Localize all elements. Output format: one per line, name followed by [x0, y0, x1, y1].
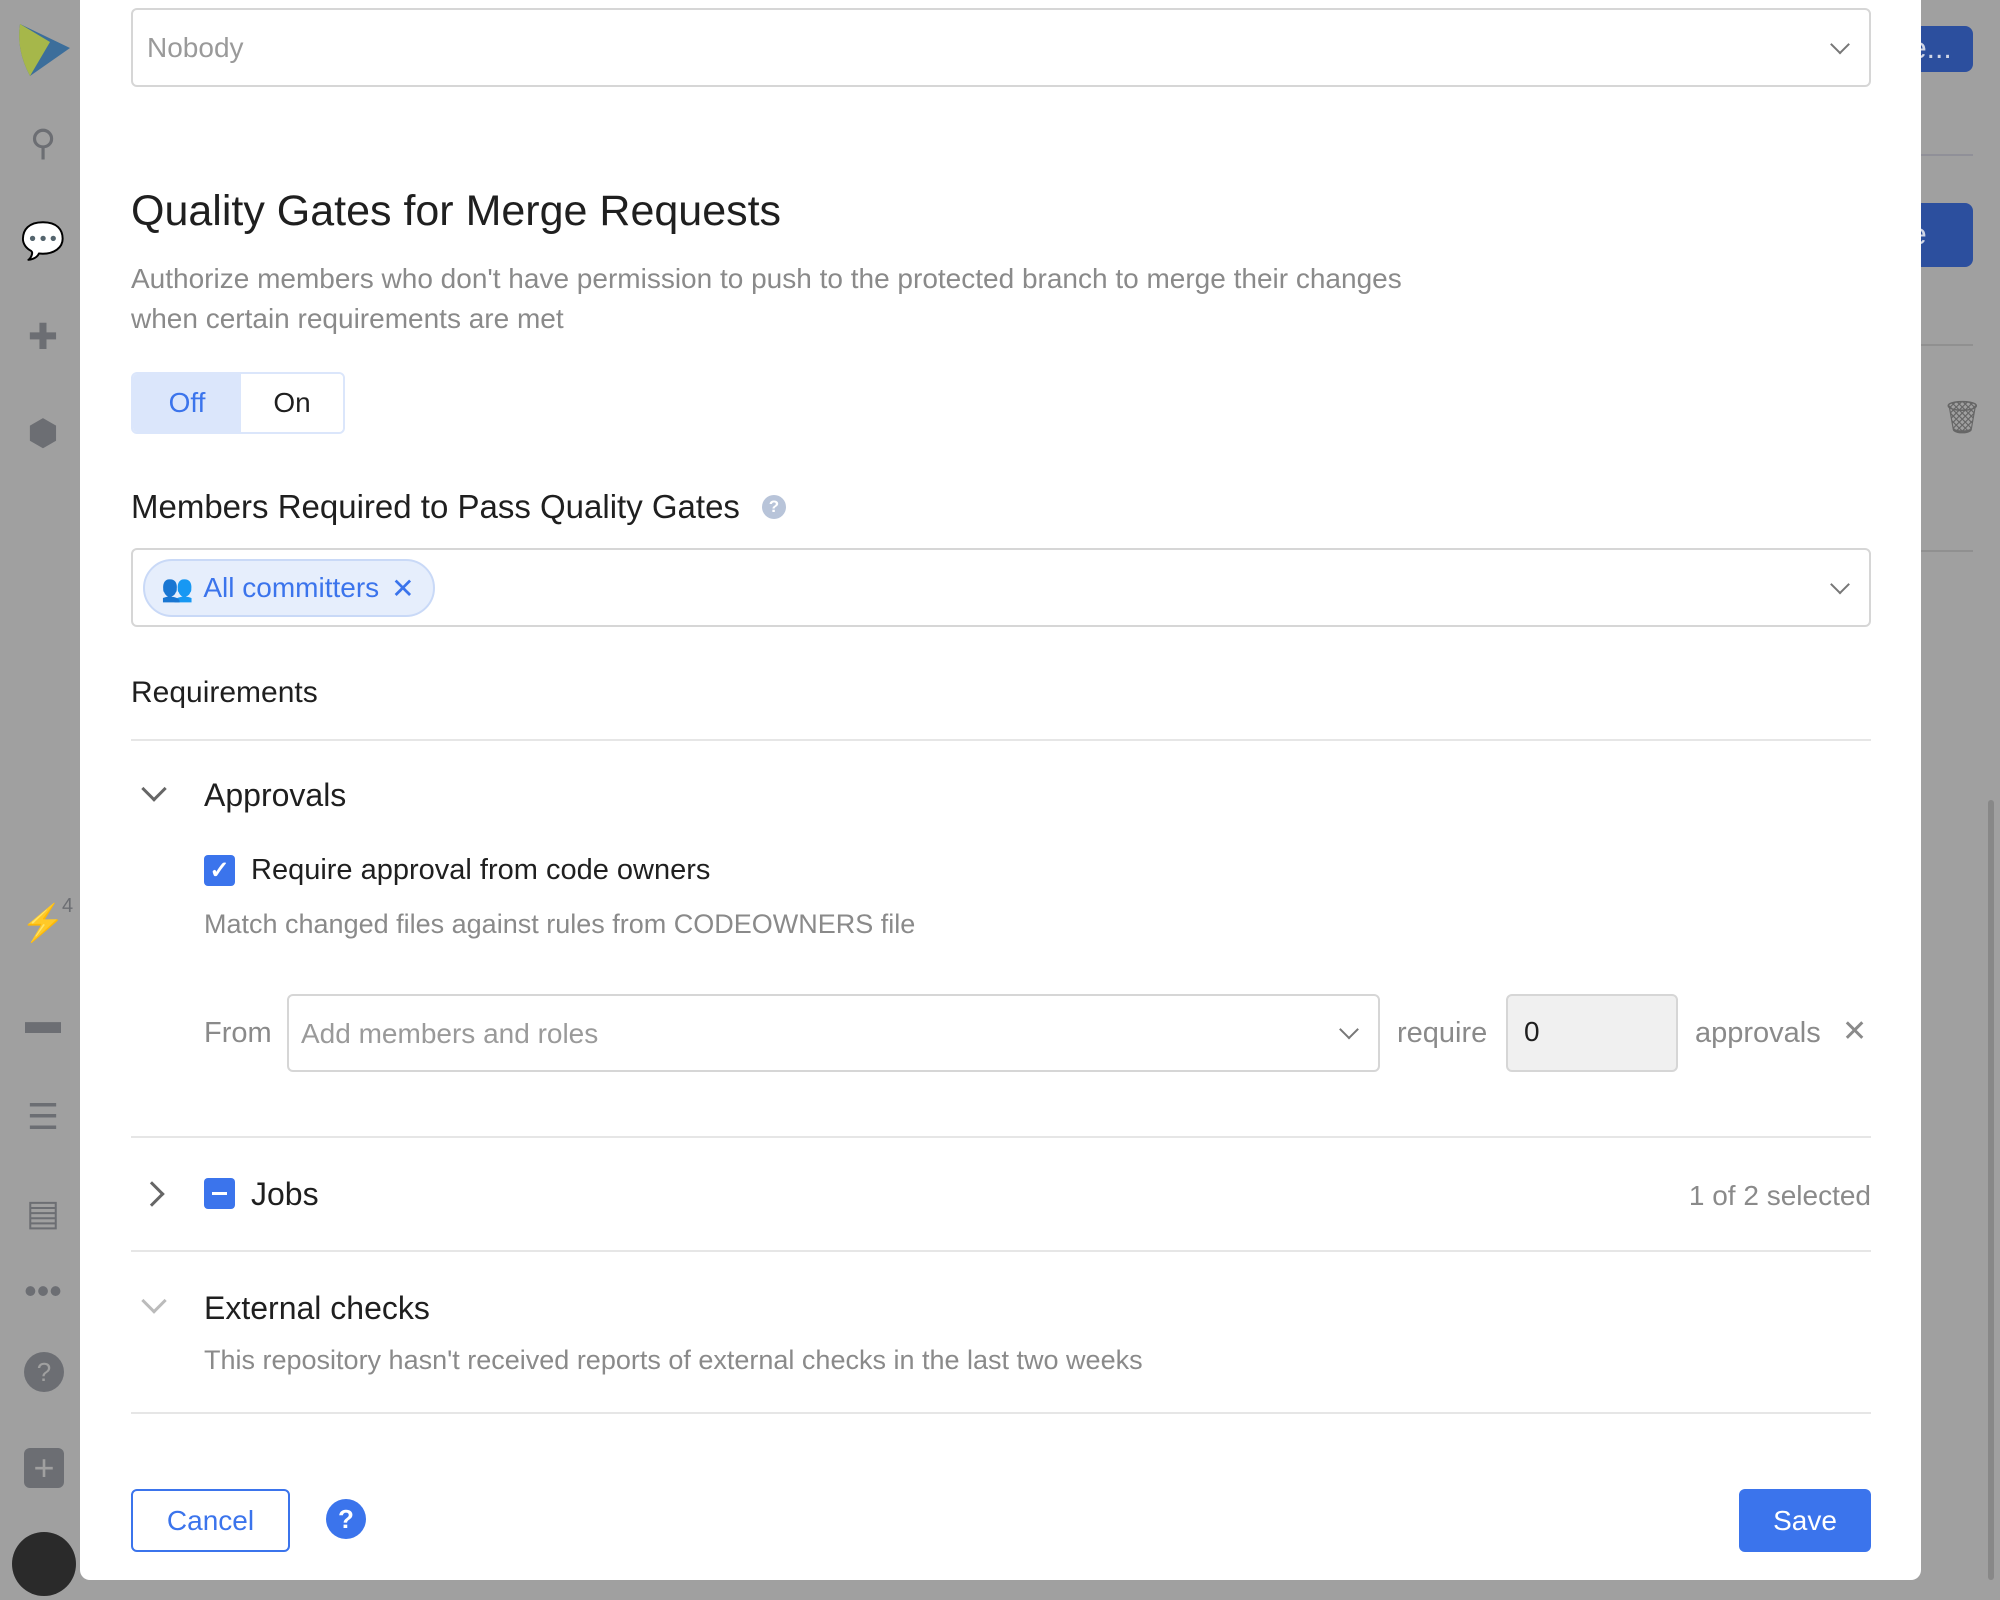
documents-icon[interactable]: ▤: [20, 1190, 66, 1236]
requirements-label: Requirements: [131, 676, 318, 709]
members-select[interactable]: 👥 All committers ✕: [131, 548, 1871, 627]
more-icon[interactable]: •••: [20, 1268, 66, 1314]
chevron-down-icon: [1830, 34, 1850, 54]
code-owners-checkbox[interactable]: ✓: [204, 855, 235, 886]
description-line-1: Authorize members who don't have permiss…: [131, 263, 1402, 294]
approvers-select[interactable]: Add members and roles: [287, 994, 1380, 1072]
help-tooltip-icon[interactable]: ?: [762, 495, 786, 519]
help-icon[interactable]: ?: [24, 1352, 64, 1392]
toggle-on[interactable]: On: [241, 374, 343, 432]
avatar[interactable]: [12, 1532, 76, 1596]
members-label: Members Required to Pass Quality Gates: [131, 488, 740, 525]
merge-permission-value: Nobody: [147, 32, 244, 63]
scrollbar[interactable]: [1988, 800, 1994, 1580]
jobs-checkbox-indeterminate[interactable]: [204, 1178, 235, 1209]
background-divider: [1921, 154, 1973, 156]
approvals-label: approvals: [1695, 1017, 1821, 1049]
save-button[interactable]: Save: [1739, 1489, 1871, 1552]
from-label: From: [204, 1017, 272, 1049]
code-owners-label: Require approval from code owners: [251, 854, 711, 886]
divider: [131, 1136, 1871, 1138]
add-icon[interactable]: +: [24, 1448, 64, 1488]
require-label: require: [1397, 1017, 1488, 1049]
member-chip: 👥 All committers ✕: [143, 559, 435, 617]
calendar-icon[interactable]: ▬: [20, 998, 66, 1044]
member-chip-label: All committers: [203, 572, 380, 603]
remove-rule-icon[interactable]: ✕: [1842, 1014, 1867, 1049]
approvals-count-input[interactable]: 0: [1506, 994, 1678, 1072]
divider: [131, 1412, 1871, 1414]
jobs-heading: Jobs: [251, 1176, 319, 1212]
chevron-down-icon: [1339, 1019, 1359, 1040]
external-checks-heading: External checks: [204, 1290, 430, 1326]
chevron-down-icon: [1830, 574, 1850, 594]
hexagon-icon[interactable]: ⬢: [20, 410, 66, 456]
help-button[interactable]: ?: [326, 1499, 366, 1539]
lightning-icon[interactable]: ⚡: [20, 900, 66, 946]
external-checks-hint: This repository hasn't received reports …: [204, 1345, 1143, 1375]
search-icon[interactable]: ⚲: [20, 120, 66, 166]
app-logo-icon[interactable]: [16, 20, 72, 80]
sidebar: ⚲ 💬 ✚ ⬢ ⚡ 4 ▬ ☰ ▤ ••• ? +: [0, 0, 81, 1600]
jobs-status: 1 of 2 selected: [1688, 1180, 1871, 1211]
background-divider: [1921, 344, 1973, 346]
remove-chip-icon[interactable]: ✕: [391, 572, 414, 605]
background-divider: [1921, 550, 1973, 552]
page-title: Quality Gates for Merge Requests: [131, 187, 782, 235]
notifications-badge: 4: [62, 895, 74, 917]
toggle-off[interactable]: Off: [133, 374, 241, 432]
merge-permission-select[interactable]: Nobody: [131, 8, 1871, 87]
divider: [131, 1250, 1871, 1252]
approvers-placeholder: Add members and roles: [301, 1018, 599, 1049]
puzzle-icon[interactable]: ✚: [20, 314, 66, 360]
chat-icon[interactable]: 💬: [20, 218, 66, 264]
trash-icon: 🗑: [1942, 399, 1983, 435]
divider: [131, 739, 1871, 741]
cancel-button[interactable]: Cancel: [131, 1489, 290, 1552]
checklist-icon[interactable]: ☰: [20, 1094, 66, 1140]
quality-gates-toggle: Off On: [131, 372, 345, 434]
approvals-heading: Approvals: [204, 777, 347, 813]
quality-gates-dialog: [80, 0, 1921, 1580]
code-owners-hint: Match changed files against rules from C…: [204, 909, 916, 939]
group-icon: 👥: [161, 572, 194, 603]
description-line-2: when certain requirements are met: [131, 303, 564, 334]
